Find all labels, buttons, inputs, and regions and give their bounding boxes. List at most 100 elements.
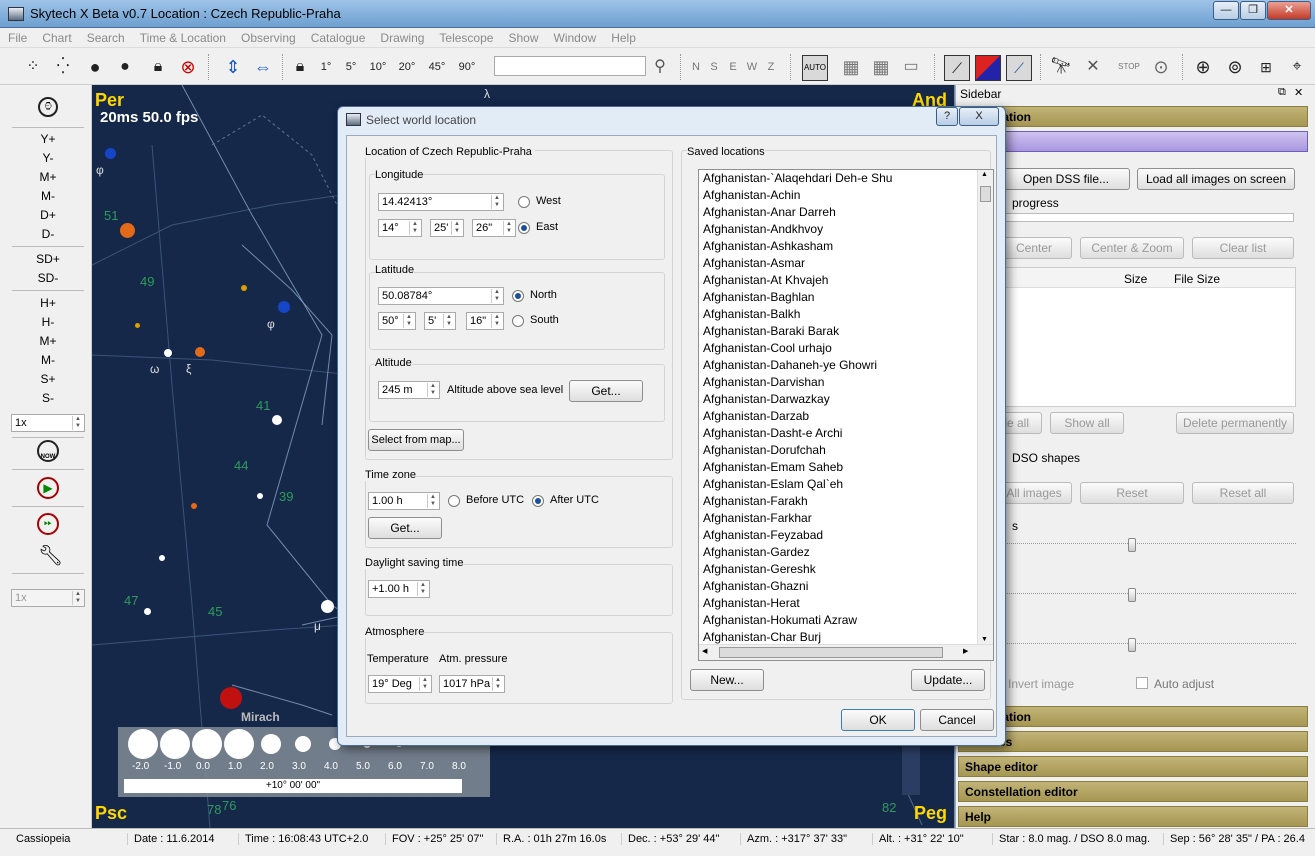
direction-e-button[interactable]: E bbox=[725, 54, 741, 80]
location-list-item[interactable]: Afghanistan-Asmar bbox=[699, 255, 979, 272]
star[interactable] bbox=[257, 493, 263, 499]
year-plus-button[interactable]: Y+ bbox=[12, 130, 84, 148]
center-zoom-button[interactable]: Center & Zoom bbox=[1080, 237, 1184, 259]
location-list-item[interactable]: Afghanistan-Emam Saheb bbox=[699, 459, 979, 476]
toolbar-search-input[interactable] bbox=[494, 56, 646, 76]
fov-5-button[interactable]: 5° bbox=[338, 54, 364, 80]
clear-list-button[interactable]: Clear list bbox=[1192, 237, 1294, 259]
menu-file[interactable]: File bbox=[0, 28, 34, 45]
search-icon[interactable]: ⚲ bbox=[648, 54, 672, 80]
star[interactable] bbox=[120, 223, 135, 238]
lock-icon[interactable]: 🔒︎ bbox=[145, 54, 171, 80]
direction-s-button[interactable]: S bbox=[706, 54, 722, 80]
auto-adjust-checkbox[interactable] bbox=[1136, 677, 1148, 689]
hour-minus-button[interactable]: H- bbox=[12, 313, 84, 331]
menu-window[interactable]: Window bbox=[546, 28, 604, 45]
stars-icon[interactable]: ⁘ bbox=[20, 54, 46, 80]
sidebar-close-icon[interactable]: ✕ bbox=[1294, 86, 1303, 99]
menu-show[interactable]: Show bbox=[500, 28, 545, 45]
north-radio[interactable] bbox=[512, 290, 524, 302]
minimize-button[interactable]: — bbox=[1213, 1, 1239, 20]
saved-locations-list[interactable]: Afghanistan-`Alaqehdari Deh-e Shu Afghani… bbox=[698, 169, 994, 661]
slider-knob[interactable] bbox=[1128, 638, 1136, 652]
add-frame-icon[interactable]: ⊞ bbox=[1253, 54, 1279, 80]
star[interactable] bbox=[164, 349, 172, 357]
west-radio[interactable] bbox=[518, 196, 530, 208]
new-location-button[interactable]: New... bbox=[690, 669, 764, 691]
star[interactable] bbox=[321, 600, 334, 613]
second-minus-button[interactable]: S- bbox=[12, 389, 84, 407]
menu-catalogue[interactable]: Catalogue bbox=[303, 28, 373, 45]
get-timezone-button[interactable]: Get... bbox=[368, 517, 442, 539]
slider-knob[interactable] bbox=[1128, 588, 1136, 602]
location-list-item[interactable]: Afghanistan-Achin bbox=[699, 187, 979, 204]
fov-45-button[interactable]: 45° bbox=[423, 54, 451, 80]
section-images[interactable]: Images bbox=[958, 131, 1308, 152]
hscroll-thumb[interactable] bbox=[719, 647, 943, 658]
lon-degrees-stepper[interactable]: 14° ▲ ▼ bbox=[378, 219, 422, 237]
grid-alt-icon[interactable]: ▦ bbox=[868, 54, 894, 80]
contrast-slider[interactable] bbox=[986, 588, 1296, 602]
telescope-disconnect-icon[interactable]: ✕ bbox=[1080, 54, 1106, 80]
wrench-icon[interactable]: 🔧︎ bbox=[38, 543, 63, 568]
temperature-stepper[interactable]: 19° Deg ▲ ▼ bbox=[368, 675, 432, 693]
location-list-item[interactable]: Afghanistan-`Alaqehdari Deh-e Shu bbox=[699, 170, 979, 187]
east-radio[interactable] bbox=[518, 222, 530, 234]
lock-fov-icon[interactable]: 🔒︎ bbox=[288, 54, 312, 80]
star[interactable] bbox=[144, 608, 151, 615]
grid-icon[interactable]: ▦ bbox=[838, 54, 864, 80]
dialog-help-button[interactable]: ? bbox=[936, 107, 958, 126]
fov-20-button[interactable]: 20° bbox=[393, 54, 421, 80]
location-list-item[interactable]: Afghanistan-Ghazni bbox=[699, 578, 979, 595]
maximize-button[interactable]: ❐ bbox=[1240, 1, 1266, 20]
planet-icon[interactable]: ● bbox=[82, 54, 108, 80]
location-list-item[interactable]: Afghanistan-Herat bbox=[699, 595, 979, 612]
scrollbar-thumb[interactable] bbox=[980, 186, 991, 202]
location-list-item[interactable]: Afghanistan-Balkh bbox=[699, 306, 979, 323]
lat-minutes-stepper[interactable]: 5' ▲ ▼ bbox=[424, 312, 456, 330]
location-list-item[interactable]: Afghanistan-At Khvajeh bbox=[699, 272, 979, 289]
fov-90-button[interactable]: 90° bbox=[453, 54, 481, 80]
delete-permanently-button[interactable]: Delete permanently bbox=[1176, 412, 1294, 434]
crosshair-alt-icon[interactable]: ⊚ bbox=[1222, 54, 1248, 80]
pointer-icon[interactable]: ⌖ bbox=[1284, 54, 1310, 80]
lon-seconds-stepper[interactable]: 26" ▲ ▼ bbox=[472, 219, 516, 237]
location-list-item[interactable]: Afghanistan-Gereshk bbox=[699, 561, 979, 578]
gamma-slider[interactable] bbox=[986, 638, 1296, 652]
reset-button[interactable]: Reset bbox=[1080, 482, 1184, 504]
open-dss-button[interactable]: Open DSS file... bbox=[1002, 168, 1130, 190]
scroll-right-icon[interactable]: ▶ bbox=[963, 647, 968, 655]
fov-1-button[interactable]: 1° bbox=[314, 54, 338, 80]
speed-stepper[interactable]: 1x ▲ ▼ bbox=[11, 414, 85, 432]
star[interactable] bbox=[105, 148, 116, 159]
column-size[interactable]: Size bbox=[1124, 272, 1147, 286]
horizon-icon[interactable]: ▭ bbox=[898, 54, 924, 80]
cancel-icon[interactable]: ⊗ bbox=[175, 54, 201, 80]
timezone-stepper[interactable]: 1.00 h ▲ ▼ bbox=[368, 492, 440, 510]
telescope-icon[interactable]: 🔭︎ bbox=[1048, 54, 1074, 80]
update-location-button[interactable]: Update... bbox=[911, 669, 985, 691]
location-list-item[interactable]: Afghanistan-Darzab bbox=[699, 408, 979, 425]
constellation-lines-icon[interactable]: ⟋ bbox=[944, 55, 970, 81]
get-altitude-button[interactable]: Get... bbox=[569, 380, 643, 402]
all-images-button[interactable]: All images bbox=[996, 482, 1072, 504]
scroll-down-icon[interactable]: ▼ bbox=[981, 636, 988, 643]
menu-observing[interactable]: Observing bbox=[233, 28, 303, 45]
location-list-item[interactable]: Afghanistan-Farkhar bbox=[699, 510, 979, 527]
section-pictures[interactable]: Pictures bbox=[958, 731, 1308, 752]
day-minus-button[interactable]: D- bbox=[12, 225, 84, 243]
latitude-input[interactable]: 50.08784° ▲ ▼ bbox=[378, 287, 504, 305]
section-constellation-editor[interactable]: Constellation editor bbox=[958, 781, 1308, 802]
ok-button[interactable]: OK bbox=[841, 709, 915, 731]
location-list-item[interactable]: Afghanistan-Baghlan bbox=[699, 289, 979, 306]
close-button[interactable]: ✕ bbox=[1267, 1, 1311, 20]
constellation-figures-icon[interactable]: ⟋ bbox=[1006, 55, 1032, 81]
direction-n-button[interactable]: N bbox=[688, 54, 704, 80]
location-list-item[interactable]: Afghanistan-Anar Darreh bbox=[699, 204, 979, 221]
stop-button[interactable]: STOP bbox=[1114, 54, 1144, 80]
star-mirach[interactable] bbox=[220, 687, 242, 709]
hour-plus-button[interactable]: H+ bbox=[12, 294, 84, 312]
vertical-scrollbar[interactable]: ▲ ▼ bbox=[977, 170, 993, 644]
location-list-item[interactable]: Afghanistan-Ashkasham bbox=[699, 238, 979, 255]
location-list-item[interactable]: Afghanistan-Baraki Barak bbox=[699, 323, 979, 340]
